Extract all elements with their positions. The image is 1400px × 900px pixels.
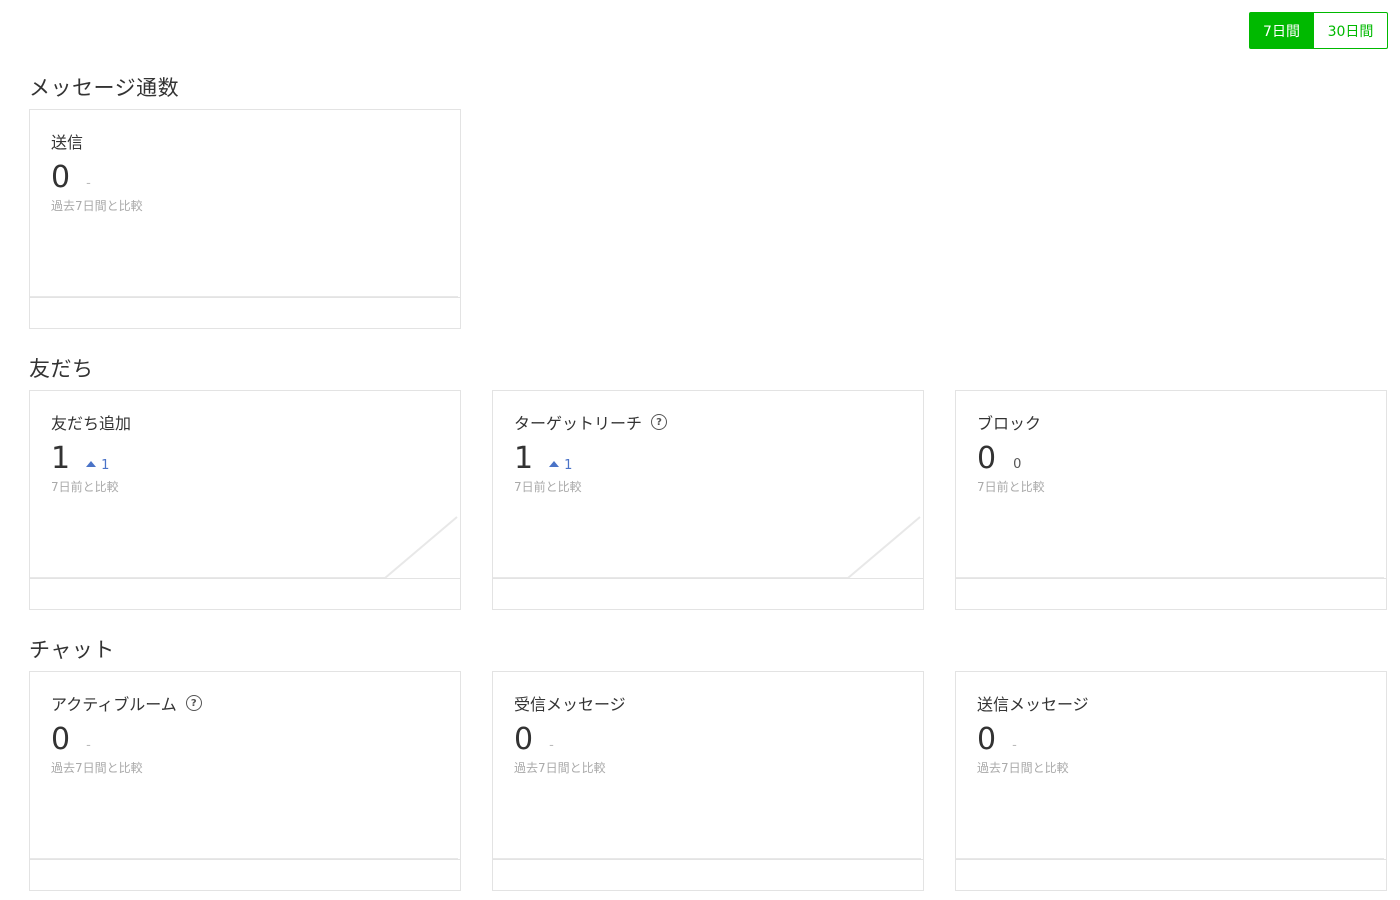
trend-chart [956,577,1384,579]
card-compare-label: 過去7日間と比較 [51,761,143,775]
card-title-text: ターゲットリーチ [514,414,643,433]
card-title: ブロック [977,410,1041,434]
card-divider [956,578,1386,579]
card-change-value: 1 [101,457,110,473]
card-divider [493,859,923,860]
card-title-text: 送信メッセージ [977,695,1089,714]
card-value: 0 [977,441,997,476]
card-title: 送信メッセージ [977,691,1089,715]
card-title: 友だち追加 [51,410,131,434]
card-value: 0 [977,722,997,757]
card-value: 0 [51,160,71,195]
card-divider [493,578,923,579]
card-value-row: 0 - [514,723,554,757]
card-value-row: 0 - [51,161,91,195]
trend-chart [30,296,458,298]
card-send: 送信 0 - 過去7日間と比較 [29,109,461,329]
section-title-friends: 友だち [29,357,94,381]
card-title: ターゲットリーチ? [514,410,668,434]
card-compare-label: 過去7日間と比較 [51,199,143,213]
card-value: 0 [514,722,534,757]
card-change: 0 [1013,457,1022,472]
card-divider [956,859,1386,860]
card-change: - [1012,738,1017,753]
card-title-text: 送信 [51,133,84,152]
card-divider [30,297,460,298]
period-30days-button[interactable]: 30日間 [1314,12,1388,49]
card-title-text: 友だち追加 [51,414,132,433]
card-compare-label: 7日前と比較 [977,480,1045,494]
card-compare-label: 7日前と比較 [514,480,582,494]
card-compare-label: 過去7日間と比較 [977,761,1069,775]
card-value-row: 0 - [977,723,1017,757]
triangle-up-icon [86,461,97,467]
card-sent-messages: 送信メッセージ 0 - 過去7日間と比較 [955,671,1387,891]
card-change: - [86,176,91,191]
card-title: 受信メッセージ [514,691,626,715]
card-divider [30,859,460,860]
card-change: 1 [86,458,109,473]
trend-chart [30,516,458,579]
help-circle-icon[interactable]: ? [651,414,668,430]
card-title-text: ブロック [977,414,1042,433]
card-value: 1 [51,441,71,476]
card-change: - [549,738,554,753]
card-value-row: 1 1 [514,442,572,476]
section-title-messages: メッセージ通数 [29,76,180,100]
card-value: 1 [514,441,534,476]
card-title-text: アクティブルーム [51,695,177,714]
trend-chart [493,516,921,579]
card-title-text: 受信メッセージ [514,695,626,714]
card-value-row: 0 - [51,723,91,757]
card-divider [30,578,460,579]
card-active-rooms: アクティブルーム? 0 - 過去7日間と比較 [29,671,461,891]
card-change: 1 [549,458,572,473]
card-title: アクティブルーム? [51,691,202,715]
card-value-row: 0 0 [977,442,1021,476]
analytics-page: 7日間 30日間 メッセージ通数 送信 0 - 過去7日間と比較 友だち 友だち… [0,0,1400,900]
card-target-reach: ターゲットリーチ? 1 1 7日前と比較 [492,390,924,610]
trend-chart [30,858,458,860]
card-change-value: 1 [564,457,573,473]
card-value: 0 [51,722,71,757]
card-compare-label: 7日前と比較 [51,480,119,494]
trend-chart [956,858,1384,860]
card-compare-label: 過去7日間と比較 [514,761,606,775]
card-block: ブロック 0 0 7日前と比較 [955,390,1387,610]
help-circle-icon[interactable]: ? [185,695,202,711]
section-title-chat: チャット [29,638,115,662]
trend-chart [493,858,921,860]
period-toggle: 7日間 30日間 [1249,12,1388,49]
card-title: 送信 [51,129,83,153]
card-received-messages: 受信メッセージ 0 - 過去7日間と比較 [492,671,924,891]
card-value-row: 1 1 [51,442,109,476]
card-change: - [86,738,91,753]
period-7days-button[interactable]: 7日間 [1249,12,1314,49]
triangle-up-icon [549,461,560,467]
card-friends-add: 友だち追加 1 1 7日前と比較 [29,390,461,610]
